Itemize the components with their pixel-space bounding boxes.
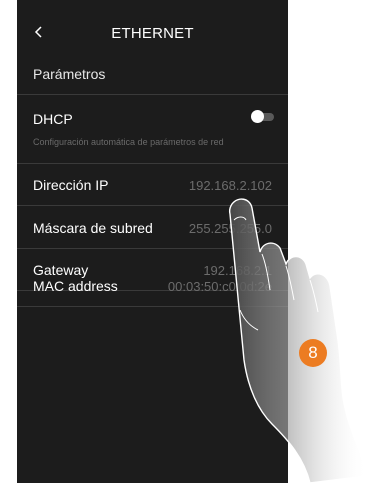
step-number-badge: 8: [299, 339, 327, 367]
section-title: Parámetros: [33, 66, 106, 82]
header: ETHERNET: [17, 0, 288, 60]
dhcp-toggle[interactable]: [251, 110, 274, 123]
pointing-hand-illustration: [228, 198, 369, 483]
toggle-knob: [251, 110, 264, 123]
row-label: MAC address: [33, 278, 118, 294]
dhcp-description: Configuración automática de parámetros d…: [33, 137, 224, 147]
page-title: ETHERNET: [111, 25, 194, 42]
row-label: Máscara de subred: [33, 220, 153, 236]
divider: [17, 94, 288, 95]
divider: [17, 163, 288, 164]
dhcp-label: DHCP: [33, 111, 73, 127]
row-label: Dirección IP: [33, 177, 109, 193]
